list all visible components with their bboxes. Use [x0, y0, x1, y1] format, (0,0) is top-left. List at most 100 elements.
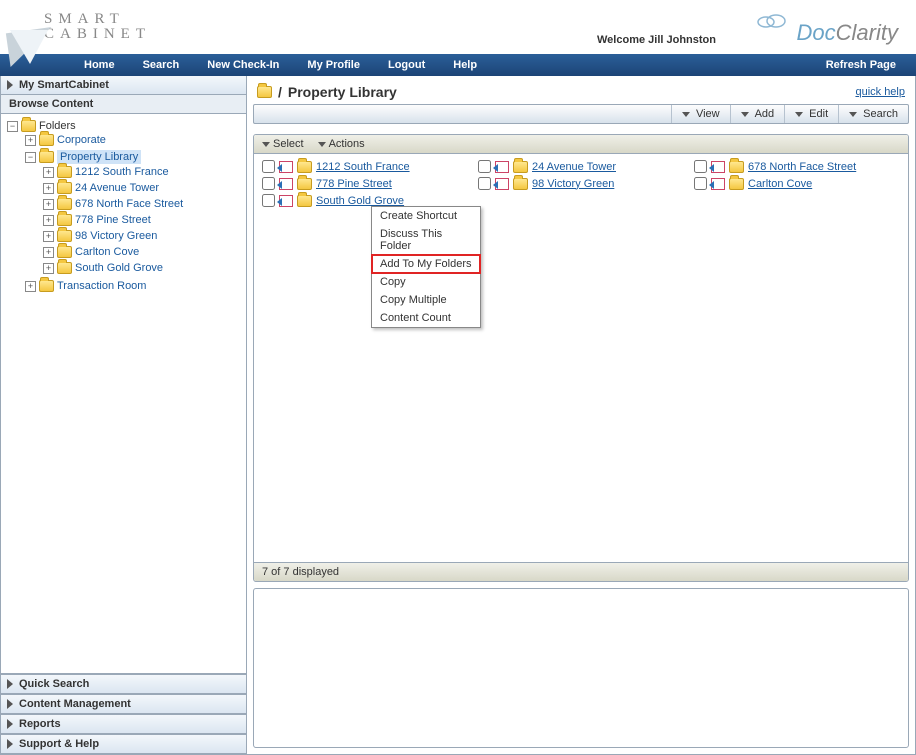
folder-icon — [297, 195, 312, 207]
list-actions[interactable]: Actions — [318, 138, 365, 150]
tree-corporate[interactable]: Corporate — [57, 134, 106, 146]
ctx-copy-multiple[interactable]: Copy Multiple — [372, 291, 480, 309]
nav-search[interactable]: Search — [129, 59, 194, 71]
nav-my-profile[interactable]: My Profile — [293, 59, 374, 71]
panel-browse-content: Browse Content — [1, 95, 246, 114]
content-area: / Property Library quick help View Add E… — [247, 76, 915, 754]
ctx-content-count[interactable]: Content Count — [372, 309, 480, 327]
tree-item[interactable]: 1212 South France — [75, 166, 169, 178]
tree-item[interactable]: 678 North Face Street — [75, 198, 183, 210]
doc-icon[interactable] — [495, 161, 509, 173]
panel-label: Reports — [19, 718, 61, 730]
tree-toggle[interactable]: + — [43, 167, 54, 178]
list-label: Actions — [329, 138, 365, 150]
tree-toggle[interactable]: − — [25, 152, 36, 163]
folder-tree: − Folders + Corporate — [3, 118, 244, 296]
panel-reports[interactable]: Reports — [1, 714, 246, 734]
folder-listing: 1212 South France 24 Avenue Tower 678 No… — [254, 154, 908, 562]
tree-item[interactable]: 98 Victory Green — [75, 230, 157, 242]
toolbar-view[interactable]: View — [671, 105, 730, 123]
tree-item[interactable]: Carlton Cove — [75, 246, 139, 258]
folder-link[interactable]: 98 Victory Green — [532, 178, 614, 190]
tree-toggle[interactable]: + — [25, 281, 36, 292]
folder-icon — [257, 86, 272, 98]
ctx-discuss-folder[interactable]: Discuss This Folder — [372, 225, 480, 255]
folder-icon — [39, 151, 54, 163]
tree-item[interactable]: 24 Avenue Tower — [75, 182, 159, 194]
item-checkbox[interactable] — [694, 160, 707, 173]
item-checkbox[interactable] — [262, 194, 275, 207]
detail-box — [253, 588, 909, 748]
folder-link[interactable]: 1212 South France — [316, 161, 410, 173]
tree-property-library[interactable]: Property Library — [57, 150, 141, 164]
doc-icon[interactable] — [711, 161, 725, 173]
expand-icon — [7, 679, 13, 689]
panel-support-help[interactable]: Support & Help — [1, 734, 246, 754]
folder-link[interactable]: South Gold Grove — [316, 195, 404, 207]
tree-item[interactable]: South Gold Grove — [75, 262, 163, 274]
smartcabinet-logo: SMART CABINET — [44, 12, 151, 42]
folder-icon — [57, 246, 72, 258]
tree-toggle[interactable]: + — [43, 231, 54, 242]
nav-refresh[interactable]: Refresh Page — [826, 54, 896, 76]
panel-content-management[interactable]: Content Management — [1, 694, 246, 714]
docclarity-logo: DocClarity — [797, 20, 898, 46]
ctx-add-to-my-folders[interactable]: Add To My Folders — [371, 254, 481, 274]
listing-box: Select Actions 1212 South France — [253, 134, 909, 582]
cloud-icon — [756, 12, 786, 31]
tree-toggle[interactable]: + — [43, 263, 54, 274]
list-select[interactable]: Select — [262, 138, 304, 150]
tree-toggle[interactable]: + — [25, 135, 36, 146]
sidebar: My SmartCabinet Browse Content − Folders — [1, 76, 247, 754]
item-checkbox[interactable] — [694, 177, 707, 190]
tree-toggle[interactable]: − — [7, 121, 18, 132]
folder-item: 24 Avenue Tower — [478, 160, 684, 173]
toolbar-label: View — [696, 108, 720, 120]
item-checkbox[interactable] — [478, 177, 491, 190]
panel-label: Content Management — [19, 698, 131, 710]
item-checkbox[interactable] — [478, 160, 491, 173]
logo-line1: SMART — [44, 12, 151, 27]
panel-label: My SmartCabinet — [19, 79, 109, 91]
tree-item[interactable]: 778 Pine Street — [75, 214, 151, 226]
doc-icon[interactable] — [279, 161, 293, 173]
expand-icon — [7, 719, 13, 729]
nav-new-checkin[interactable]: New Check-In — [193, 59, 293, 71]
page-title: Property Library — [288, 84, 397, 100]
doc-icon[interactable] — [711, 178, 725, 190]
folder-link[interactable]: 778 Pine Street — [316, 178, 392, 190]
tree-toggle[interactable]: + — [43, 183, 54, 194]
toolbar-label: Edit — [809, 108, 828, 120]
context-menu: Create Shortcut Discuss This Folder Add … — [371, 206, 481, 328]
folder-icon — [21, 120, 36, 132]
panel-quick-search[interactable]: Quick Search — [1, 674, 246, 694]
ctx-copy[interactable]: Copy — [372, 273, 480, 291]
quick-help-link[interactable]: quick help — [855, 86, 905, 98]
tree-toggle[interactable]: + — [43, 247, 54, 258]
nav-home[interactable]: Home — [70, 59, 129, 71]
folder-icon — [513, 161, 528, 173]
folder-item: 1212 South France — [262, 160, 468, 173]
toolbar-edit[interactable]: Edit — [784, 105, 838, 123]
toolbar-add[interactable]: Add — [730, 105, 785, 123]
nav-logout[interactable]: Logout — [374, 59, 439, 71]
item-checkbox[interactable] — [262, 177, 275, 190]
nav-help[interactable]: Help — [439, 59, 491, 71]
tree-transaction-room[interactable]: Transaction Room — [57, 280, 146, 292]
tree-toggle[interactable]: + — [43, 199, 54, 210]
doc-icon[interactable] — [279, 195, 293, 207]
tree-toggle[interactable]: + — [43, 215, 54, 226]
doc-icon[interactable] — [495, 178, 509, 190]
folder-link[interactable]: 24 Avenue Tower — [532, 161, 616, 173]
list-toolbar: Select Actions — [254, 135, 908, 154]
toolbar-search[interactable]: Search — [838, 105, 908, 123]
doc-icon[interactable] — [279, 178, 293, 190]
folder-icon — [39, 134, 54, 146]
folder-item: Carlton Cove — [694, 177, 900, 190]
folder-link[interactable]: 678 North Face Street — [748, 161, 856, 173]
ctx-create-shortcut[interactable]: Create Shortcut — [372, 207, 480, 225]
item-checkbox[interactable] — [262, 160, 275, 173]
panel-my-smartcabinet[interactable]: My SmartCabinet — [1, 76, 246, 95]
folder-item: 678 North Face Street — [694, 160, 900, 173]
folder-link[interactable]: Carlton Cove — [748, 178, 812, 190]
